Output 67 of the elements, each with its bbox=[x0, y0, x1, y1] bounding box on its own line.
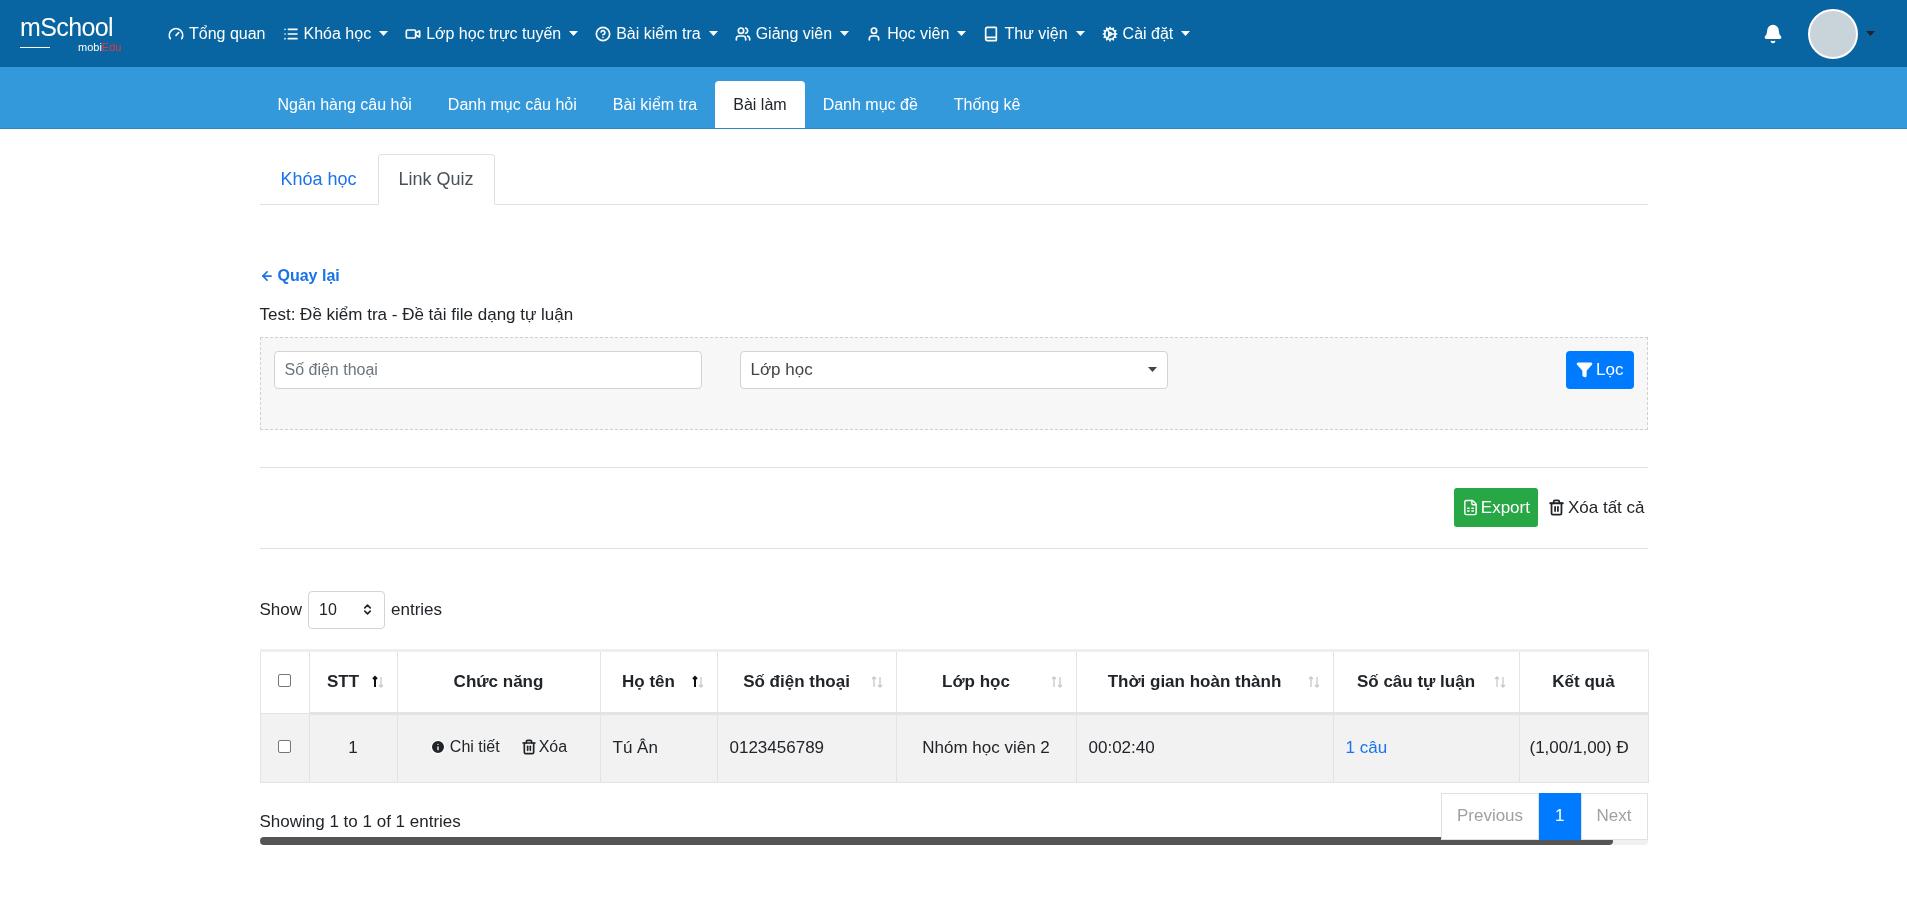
row-checkbox[interactable] bbox=[278, 739, 291, 753]
show-label: Show bbox=[259, 598, 303, 621]
nav-menu-item[interactable]: Khóa học bbox=[282, 21, 389, 46]
gear-icon bbox=[1101, 25, 1118, 42]
back-link[interactable]: Quay lại bbox=[259, 264, 340, 288]
select-all-checkbox[interactable] bbox=[278, 674, 291, 688]
logo-subtitle: mobiEdu bbox=[78, 41, 122, 53]
entries-info: Showing 1 to 1 of 1 entries bbox=[259, 811, 461, 834]
sub-nav-tab[interactable]: Bài kiểm tra bbox=[594, 81, 716, 128]
delete-all-button[interactable]: Xóa tất cả bbox=[1547, 494, 1645, 521]
export-button[interactable]: Export bbox=[1453, 488, 1538, 527]
table-cell: (1,00/1,00) Đ bbox=[1519, 713, 1648, 782]
table-cell: 00:02:40 bbox=[1076, 713, 1333, 782]
sort-arrows-icon[interactable] bbox=[690, 674, 705, 689]
caret-icon bbox=[1181, 31, 1191, 36]
nav-menu-item[interactable]: Lớp học trực tuyến bbox=[405, 21, 579, 46]
sub-nav-tab[interactable]: Danh mục câu hỏi bbox=[429, 81, 595, 128]
sub-nav-tab[interactable]: Danh mục đề bbox=[804, 81, 936, 128]
nav-menu-item[interactable]: Bài kiểm tra bbox=[595, 21, 718, 46]
nav-menu-item[interactable]: Giảng viên bbox=[734, 21, 850, 46]
spreadsheet-icon bbox=[1461, 499, 1479, 516]
logo-title: mSchool bbox=[20, 14, 113, 40]
trash-icon bbox=[520, 738, 537, 755]
caret-icon bbox=[569, 31, 579, 36]
content-tab[interactable]: Link Quiz bbox=[377, 154, 495, 205]
nav-menu-item[interactable]: Học viên bbox=[866, 21, 967, 46]
user-menu-caret-icon bbox=[1866, 31, 1875, 36]
filter-button[interactable]: Lọc bbox=[1566, 350, 1634, 389]
person-icon bbox=[866, 25, 883, 42]
sub-nav-tab[interactable]: Thống kê bbox=[935, 81, 1039, 128]
caret-icon bbox=[840, 31, 850, 36]
detail-button[interactable]: Chi tiết bbox=[429, 734, 500, 759]
sort-arrows-icon[interactable] bbox=[370, 674, 385, 689]
class-select[interactable]: Lớp học bbox=[739, 350, 1168, 389]
entries-select[interactable]: 10 bbox=[308, 590, 386, 629]
people-icon bbox=[734, 25, 751, 42]
table-cell: 1 bbox=[309, 713, 397, 782]
caret-icon bbox=[708, 31, 718, 36]
sub-nav-tab[interactable]: Bài làm bbox=[715, 81, 805, 128]
caret-icon bbox=[1075, 31, 1085, 36]
entries-label: entries bbox=[391, 598, 443, 621]
nav-menu-item[interactable]: Cài đặt bbox=[1101, 21, 1191, 46]
funnel-icon bbox=[1576, 361, 1594, 378]
gauge-icon bbox=[168, 25, 184, 42]
sub-nav-tab[interactable]: Ngân hàng câu hỏi bbox=[259, 81, 430, 128]
content-tab[interactable]: Khóa học bbox=[259, 154, 378, 205]
question-circle-icon bbox=[595, 25, 612, 42]
table-cell: Nhóm học viên 2 bbox=[896, 713, 1076, 782]
table-cell: 0123456789 bbox=[717, 713, 896, 782]
phone-input-field[interactable]: Số điện thoại bbox=[273, 350, 702, 389]
test-title: Test: Đề kiểm tra - Đề tải file dạng tự luận bbox=[259, 304, 575, 326]
book-icon bbox=[983, 25, 1000, 42]
notification-bell-icon[interactable] bbox=[1763, 23, 1783, 44]
caret-icon bbox=[379, 31, 389, 36]
avatar[interactable] bbox=[1808, 8, 1858, 59]
essay-count-link[interactable]: 1 câu bbox=[1345, 738, 1388, 758]
delete-button[interactable]: Xóa bbox=[520, 734, 568, 759]
dropdown-caret-icon bbox=[1147, 367, 1157, 372]
table-cell: Tú Ân bbox=[600, 713, 717, 782]
info-icon bbox=[429, 738, 446, 755]
logo[interactable]: mSchool mobiEdu bbox=[20, 14, 140, 53]
horizontal-scrollbar[interactable] bbox=[259, 836, 1648, 845]
caret-icon bbox=[957, 31, 967, 36]
trash-icon bbox=[1547, 499, 1565, 516]
pagination-button[interactable]: 1 bbox=[1539, 792, 1581, 840]
nav-menu-item[interactable]: Tổng quan bbox=[168, 21, 266, 46]
nav-menu-item[interactable]: Thư viện bbox=[983, 21, 1085, 46]
